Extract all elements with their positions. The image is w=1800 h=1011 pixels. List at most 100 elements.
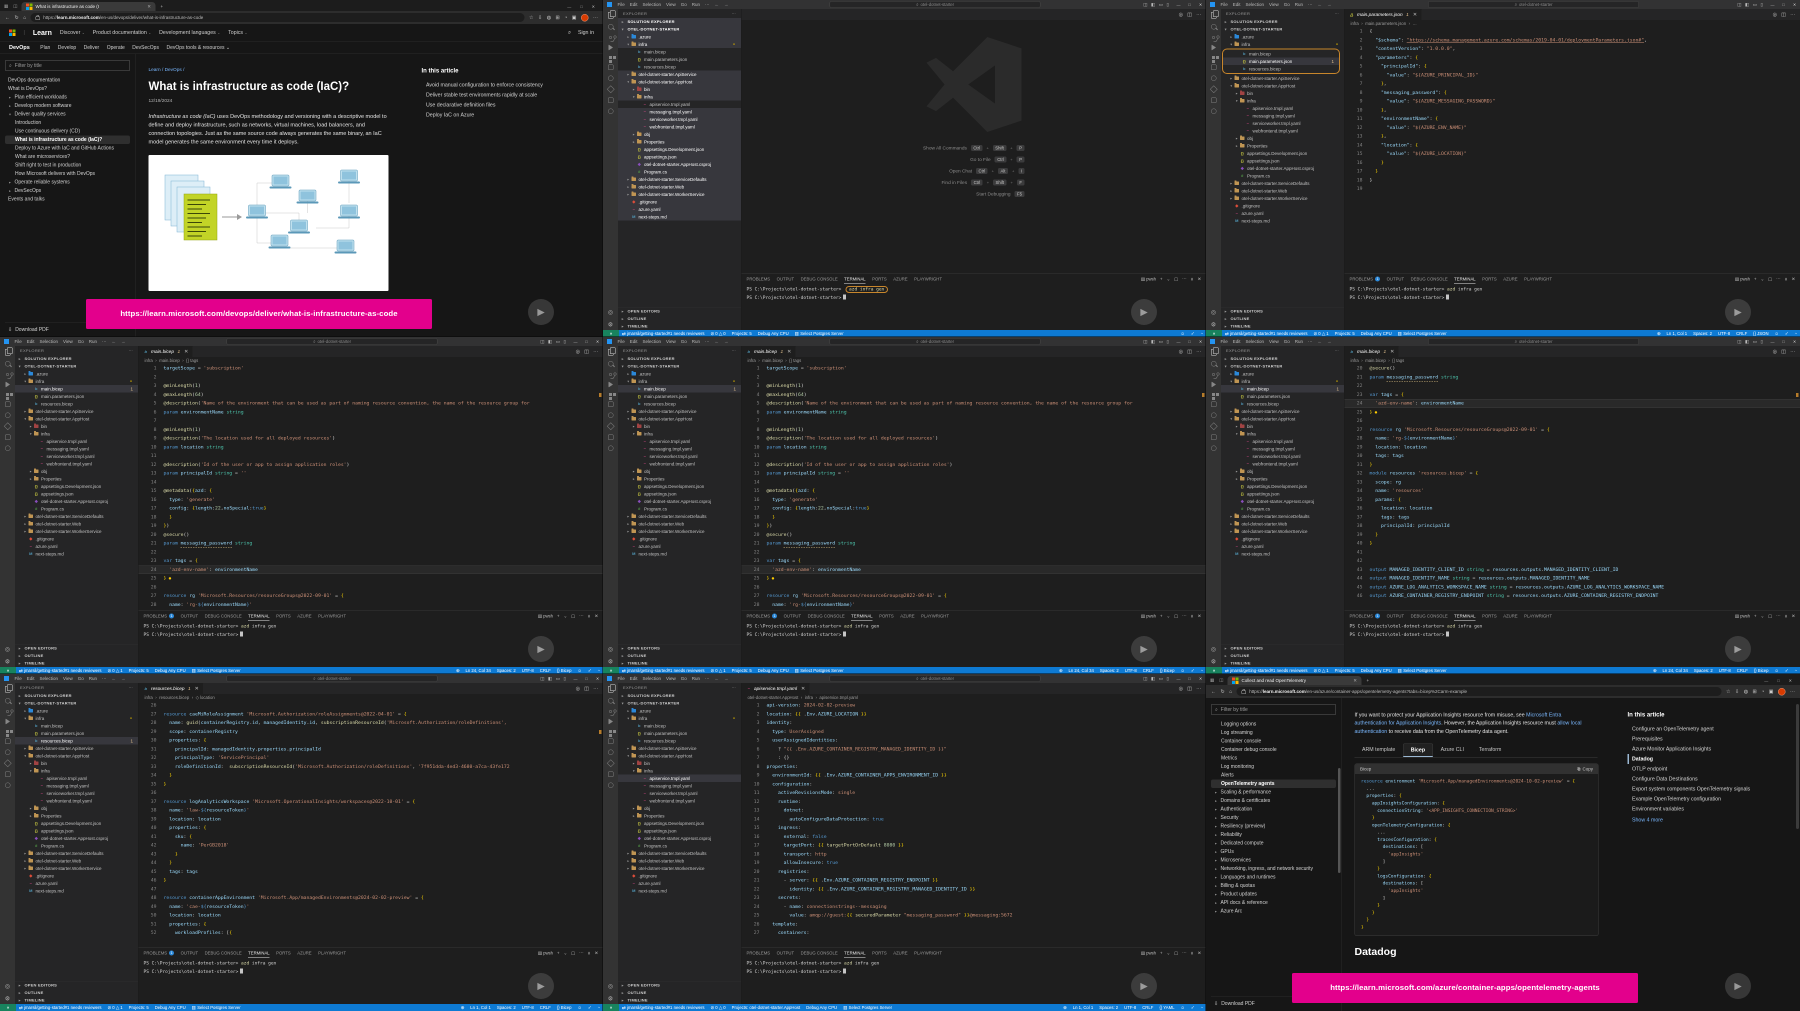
status-icon[interactable]: ◔ <box>1197 668 1206 673</box>
explorer-section[interactable]: ▾OTEL-DOTNET-STARTER <box>15 363 138 371</box>
layout-icon[interactable]: ◫ <box>1737 2 1741 8</box>
panel-tab[interactable]: PROBLEMS1 <box>1350 274 1381 284</box>
more-actions-icon[interactable]: ⋯ <box>732 685 736 690</box>
status-item[interactable]: Ln 1, Col 1 <box>1070 1005 1097 1010</box>
menu-item[interactable]: Edit <box>627 339 640 344</box>
explorer-section[interactable]: ▾OTEL-DOTNET-STARTER <box>618 363 741 371</box>
layout-icon[interactable]: ▭ <box>1753 339 1757 345</box>
minimize-icon[interactable]: — <box>567 5 571 10</box>
explorer-section[interactable]: ▾OTEL-DOTNET-STARTER <box>618 700 741 708</box>
tree-item[interactable]: #Program.cs <box>15 505 138 513</box>
replay-overlay-icon[interactable]: ▶ <box>1131 636 1157 662</box>
panel-tab[interactable]: PROBLEMS <box>747 274 771 284</box>
panel-action-icon[interactable]: + <box>1160 614 1162 619</box>
tree-item[interactable]: ~webfrontend.tmpl.yaml <box>15 460 138 468</box>
back-icon[interactable]: ← <box>1211 689 1216 695</box>
tree-item[interactable]: ▸otel-dotnet-starter.Web <box>618 520 741 528</box>
tree-item[interactable]: ◆.gitignore <box>15 535 138 543</box>
panel-action-icon[interactable]: ⌄ <box>1166 950 1170 956</box>
test-explorer-icon[interactable] <box>1211 76 1217 82</box>
problems-status[interactable]: ⊘ 0 △ 1 <box>105 668 126 674</box>
debug-target-status[interactable]: Debug Any CPU <box>152 1005 189 1010</box>
azure-icon[interactable] <box>4 422 12 430</box>
tab-close-icon[interactable]: ✕ <box>787 349 791 355</box>
tree-item[interactable]: bmain.bicep <box>618 722 741 730</box>
accounts-icon[interactable]: ◎ <box>1211 646 1216 653</box>
toc-item[interactable]: ▸Azure Arc <box>1211 907 1336 916</box>
database-icon[interactable] <box>1211 109 1217 115</box>
panel-tab[interactable]: OUTPUT <box>181 948 198 958</box>
nav-item[interactable]: Development languages ⌄ <box>159 30 220 36</box>
panel-action-icon[interactable]: + <box>557 951 559 956</box>
panel-action-icon[interactable]: ▢ <box>1174 276 1178 282</box>
code-editor[interactable]: 1targetScope = 'subscription'23@minLengt… <box>742 364 1207 611</box>
menu-item[interactable]: Go <box>678 339 689 344</box>
code-sample-tab[interactable]: Terraform <box>1471 744 1508 758</box>
tree-item[interactable]: ~apiservice.tmpl.yaml <box>15 438 138 446</box>
panel-tab[interactable]: AZURE <box>297 948 311 958</box>
editor-action-icon[interactable]: ◫ <box>1781 349 1785 355</box>
tree-item[interactable]: ~messaging.tmpl.yaml <box>618 782 741 790</box>
tree-item[interactable]: ~messaging.tmpl.yaml <box>1221 445 1344 453</box>
explorer-section[interactable]: ▸SOLUTION EXPLORER <box>618 692 741 700</box>
editor-action-icon[interactable]: ◎ <box>1773 12 1777 18</box>
code-editor[interactable]: 1targetScope = 'subscription'23@minLengt… <box>139 364 604 611</box>
debug-target-status[interactable]: Debug Any CPU <box>1358 668 1395 673</box>
tree-item[interactable]: ▾infra <box>1221 97 1344 105</box>
panel-tab[interactable]: DEBUG CONSOLE <box>205 948 242 958</box>
panel-tab[interactable]: OUTPUT <box>181 611 198 621</box>
tree-item[interactable]: bresources.bicep <box>618 63 741 71</box>
source-control-icon[interactable] <box>6 710 9 713</box>
editor-action-icon[interactable]: ◫ <box>584 349 588 355</box>
sidebar-section[interactable]: ▸OUTLINE <box>1221 315 1344 323</box>
status-icon[interactable]: ◔ <box>594 1005 603 1010</box>
status-item[interactable]: UTF-8 <box>1121 1005 1139 1010</box>
test-explorer-icon[interactable] <box>5 413 11 419</box>
docker-icon[interactable] <box>5 772 11 778</box>
tree-item[interactable]: ▸otel-dotnet-starter.Web <box>618 183 741 191</box>
back-icon[interactable]: ← <box>712 676 722 681</box>
tree-item[interactable]: ◆otel-dotnet-starter.AppHost.csproj <box>1221 498 1344 506</box>
rail-link[interactable]: Deliver stable test environments rapidly… <box>422 90 594 100</box>
breadcrumb[interactable]: infra›main.bicep›{} tags <box>1345 357 1800 364</box>
tree-item[interactable]: {}appsettings.Development.json <box>15 483 138 491</box>
menu-item[interactable]: ⋯ <box>1305 339 1315 344</box>
tree-item[interactable]: #Program.cs <box>618 168 741 176</box>
tree-item[interactable]: ▸bin <box>15 423 138 431</box>
sidebar-scrollbar[interactable] <box>1338 768 1341 873</box>
panel-tab[interactable]: PROBLEMS1 <box>1350 611 1381 621</box>
explorer-icon[interactable] <box>1211 12 1217 19</box>
tree-item[interactable]: {}appsettings.json <box>618 827 741 835</box>
sidebar-section[interactable]: ▸TIMELINE <box>618 997 741 1005</box>
close-icon[interactable]: ✕ <box>592 676 603 681</box>
panel-action-icon[interactable]: + <box>1160 951 1162 956</box>
forward-icon[interactable]: → <box>118 676 128 681</box>
tree-item[interactable]: ◆.gitignore <box>15 872 138 880</box>
tab-actions-icon[interactable]: ▦ <box>3 4 9 10</box>
panel-tab[interactable]: OUTPUT <box>1387 274 1404 284</box>
layout-icon[interactable]: ◫ <box>1143 339 1147 345</box>
tree-item[interactable]: bresources.bicep <box>618 400 741 408</box>
workspaces-icon[interactable]: ◫ <box>1218 678 1224 684</box>
toc-item[interactable]: Alerts <box>1211 771 1336 780</box>
layout-icon[interactable]: ◧ <box>548 339 552 345</box>
status-item[interactable]: UTF-8 <box>1122 668 1140 673</box>
maximize-icon[interactable]: □ <box>1778 2 1789 7</box>
sidebar-section[interactable]: ▸TIMELINE <box>15 997 138 1005</box>
search-icon[interactable] <box>608 24 614 30</box>
tree-item[interactable]: ▾infra● <box>1221 41 1344 49</box>
layout-icon[interactable]: ◧ <box>1151 339 1155 345</box>
layout-icon[interactable]: ◧ <box>548 676 552 682</box>
sidebar-section[interactable]: ▸OUTLINE <box>15 652 138 660</box>
menu-item[interactable]: ⋯ <box>702 2 712 7</box>
tree-item[interactable]: {}appsettings.json <box>15 490 138 498</box>
tree-item[interactable]: Mnext-steps.md <box>15 550 138 558</box>
extensions-icon[interactable] <box>609 56 612 59</box>
tree-item[interactable]: bresources.bicep <box>15 400 138 408</box>
menu-item[interactable]: Edit <box>627 2 640 7</box>
tree-item[interactable]: ▸obj <box>618 131 741 139</box>
pr-status[interactable]: ⇄jmarsil/getting-started#1 needs reviewe… <box>619 668 708 674</box>
tree-item[interactable]: Mnext-steps.md <box>15 887 138 895</box>
menu-item[interactable]: File <box>615 676 627 681</box>
menu-item[interactable]: File <box>1218 339 1230 344</box>
